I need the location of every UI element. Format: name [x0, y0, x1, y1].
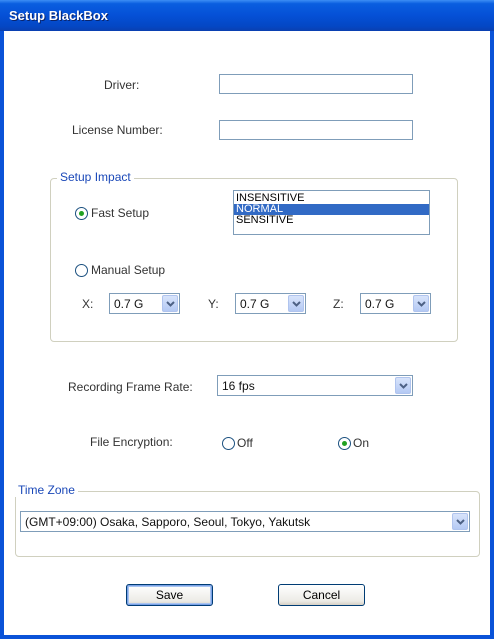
setup-blackbox-window: Setup BlackBox Driver: License Number: S… — [0, 0, 494, 639]
axis-z-select[interactable]: 0.7 G — [360, 293, 431, 314]
chevron-down-icon[interactable] — [395, 377, 411, 394]
time-zone-legend: Time Zone — [15, 483, 78, 497]
time-zone-select[interactable]: (GMT+09:00) Osaka, Sapporo, Seoul, Tokyo… — [20, 511, 470, 532]
window-title: Setup BlackBox — [9, 8, 108, 23]
chevron-down-icon[interactable] — [413, 295, 429, 312]
dialog-body: Driver: License Number: Setup Impact Fas… — [4, 31, 490, 635]
time-zone-value: (GMT+09:00) Osaka, Sapporo, Seoul, Tokyo… — [25, 515, 311, 529]
frame-rate-label: Recording Frame Rate: — [68, 380, 193, 394]
driver-label: Driver: — [104, 78, 140, 92]
frame-rate-value: 16 fps — [222, 379, 255, 393]
list-item-sensitive[interactable]: SENSITIVE — [234, 215, 429, 226]
axis-y-label: Y: — [208, 297, 219, 311]
axis-x-label: X: — [82, 297, 94, 311]
sensitivity-listbox[interactable]: INSENSITIVE NORMAL SENSITIVE — [233, 190, 430, 235]
fast-setup-label: Fast Setup — [91, 206, 150, 220]
encryption-on-label: On — [353, 436, 370, 450]
manual-setup-radio[interactable] — [75, 264, 88, 277]
axis-y-select[interactable]: 0.7 G — [235, 293, 306, 314]
window-frame-right — [490, 31, 494, 639]
axis-z-label: Z: — [333, 297, 344, 311]
file-encryption-label: File Encryption: — [90, 435, 173, 449]
manual-setup-label: Manual Setup — [91, 263, 166, 277]
chevron-down-icon[interactable] — [452, 513, 468, 530]
title-bar[interactable]: Setup BlackBox — [0, 0, 494, 31]
fast-setup-radio[interactable] — [75, 207, 88, 220]
cancel-button[interactable]: Cancel — [278, 584, 365, 606]
axis-y-value: 0.7 G — [240, 297, 270, 311]
driver-input[interactable] — [219, 74, 413, 94]
encryption-off-label: Off — [237, 436, 253, 450]
chevron-down-icon[interactable] — [288, 295, 304, 312]
license-number-input[interactable] — [219, 120, 413, 140]
chevron-down-icon[interactable] — [162, 295, 178, 312]
frame-rate-select[interactable]: 16 fps — [217, 375, 413, 396]
axis-x-value: 0.7 G — [114, 297, 144, 311]
setup-impact-legend: Setup Impact — [57, 170, 134, 184]
license-number-label: License Number: — [72, 123, 163, 137]
window-frame-bottom — [0, 635, 494, 639]
axis-x-select[interactable]: 0.7 G — [109, 293, 180, 314]
encryption-off-radio[interactable] — [222, 437, 235, 450]
encryption-on-radio[interactable] — [338, 437, 351, 450]
save-button[interactable]: Save — [126, 584, 213, 606]
axis-z-value: 0.7 G — [365, 297, 395, 311]
